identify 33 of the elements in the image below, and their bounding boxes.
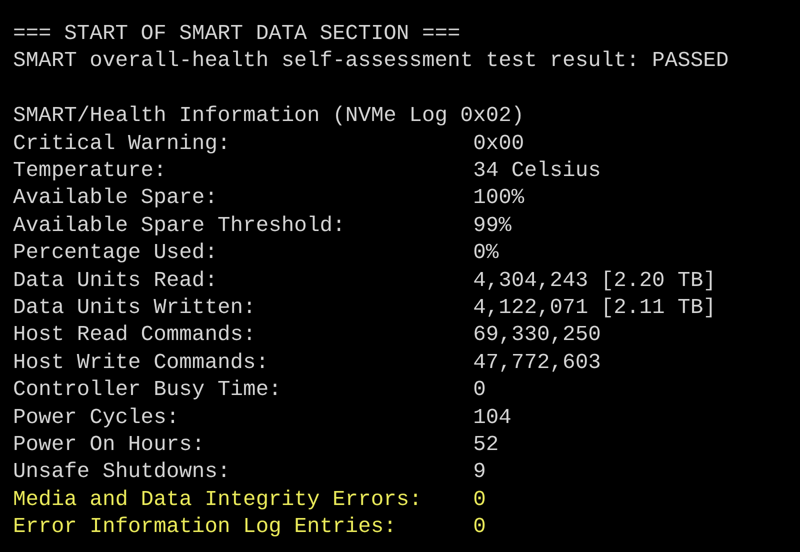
attribute-label: Data Units Read: bbox=[13, 268, 218, 295]
section-title: SMART/Health Information (NVMe Log 0x02) bbox=[13, 103, 524, 130]
attribute-label: Host Write Commands: bbox=[13, 350, 269, 377]
attribute-label: Power Cycles: bbox=[13, 404, 180, 432]
output-line: === START OF SMART DATA SECTION === bbox=[13, 21, 460, 48]
attribute-value: 0x00 bbox=[473, 130, 524, 158]
attribute-label: Unsafe Shutdowns: bbox=[13, 459, 230, 486]
attribute-label: Temperature: bbox=[13, 158, 166, 186]
attribute-value: 104 bbox=[473, 404, 512, 432]
attribute-value: 69,330,250 bbox=[473, 322, 601, 350]
attribute-label: Available Spare: bbox=[13, 185, 218, 212]
attribute-label: Percentage Used: bbox=[13, 240, 218, 268]
attribute-label: Critical Warning: bbox=[13, 130, 230, 158]
attribute-label: Error Information Log Entries: bbox=[13, 514, 396, 542]
attribute-value: 0% bbox=[473, 240, 499, 268]
attribute-value: 52 bbox=[473, 432, 499, 460]
attribute-value: 0 bbox=[473, 377, 486, 404]
attribute-value: 0 bbox=[473, 486, 486, 514]
attribute-label: Power On Hours: bbox=[13, 432, 205, 460]
attribute-value: 34 Celsius bbox=[473, 158, 601, 186]
attribute-label: Host Read Commands: bbox=[13, 322, 256, 350]
attribute-value: 4,122,071 [2.11 TB] bbox=[473, 295, 716, 322]
attribute-value: 9 bbox=[473, 459, 486, 486]
attribute-label: Media and Data Integrity Errors: bbox=[13, 486, 422, 514]
output-line: SMART overall-health self-assessment test result: PASSED bbox=[13, 48, 729, 76]
attribute-label: Data Units Written: bbox=[13, 295, 256, 322]
attribute-label: Controller Busy Time: bbox=[13, 377, 282, 404]
attribute-label: Available Spare Threshold: bbox=[13, 212, 346, 240]
attribute-value: 47,772,603 bbox=[473, 350, 601, 377]
attribute-value: 99% bbox=[473, 212, 512, 240]
attribute-value: 4,304,243 [2.20 TB] bbox=[473, 268, 716, 295]
attribute-value: 100% bbox=[473, 185, 524, 212]
attribute-value: 0 bbox=[473, 514, 486, 542]
